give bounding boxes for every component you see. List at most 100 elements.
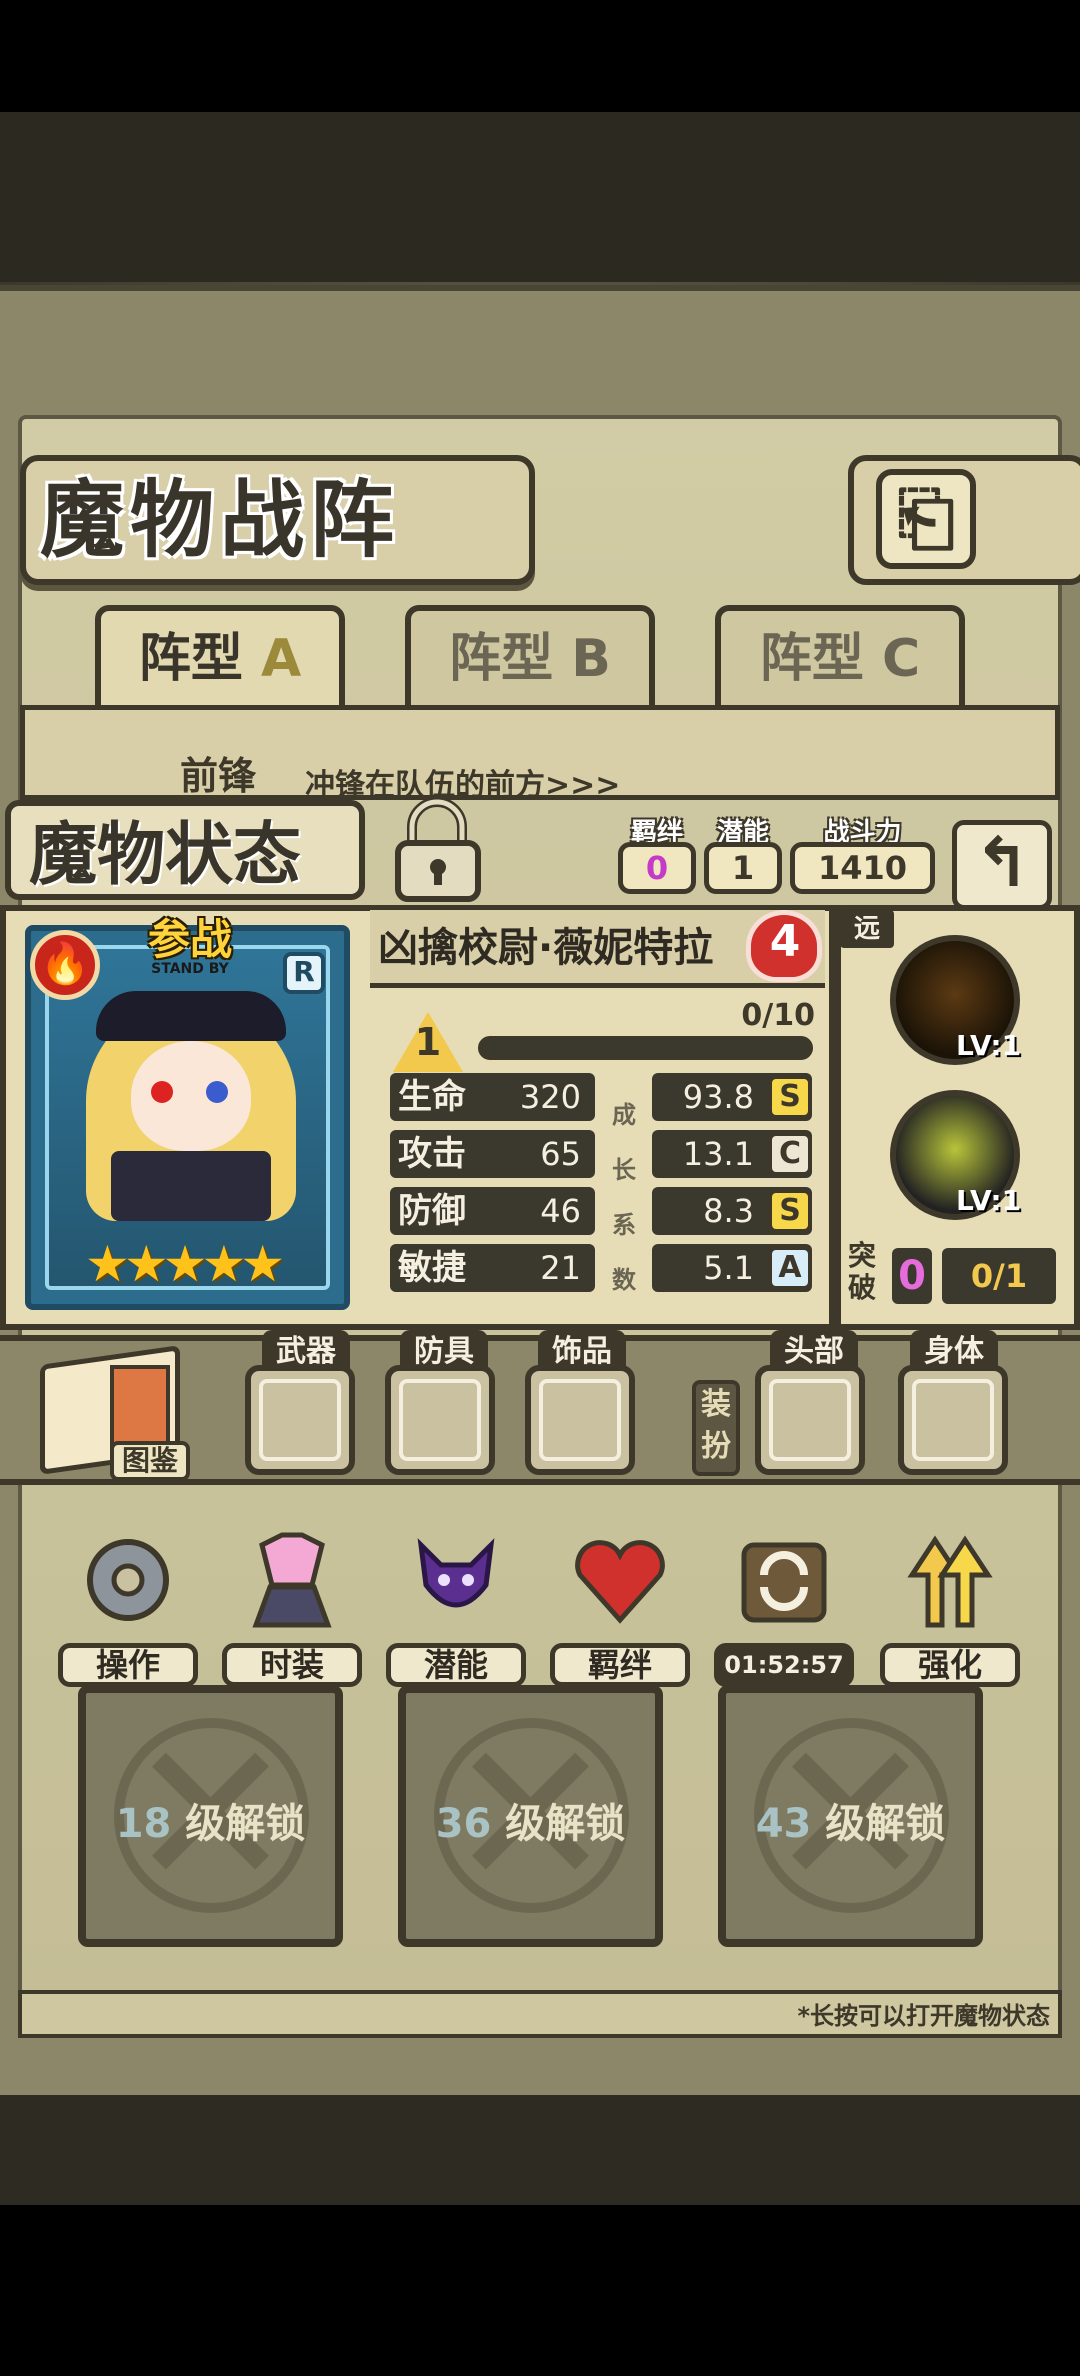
unlock-label: 级解锁 xyxy=(825,1801,946,1847)
bond-button[interactable]: 羁绊 xyxy=(550,1525,690,1687)
character-name: 凶擒校尉·薇妮特拉 xyxy=(378,925,714,971)
breakthrough-count: 0 xyxy=(892,1248,932,1304)
stat-label: 敏捷 xyxy=(398,1248,466,1288)
codex-label: 图鉴 xyxy=(110,1441,190,1481)
power-value: 1410 xyxy=(790,842,935,894)
skill-level: LV:1 xyxy=(956,1029,1022,1062)
menu-label: 强化 xyxy=(880,1643,1020,1687)
operate-button[interactable]: 操作 xyxy=(58,1525,198,1687)
refresh-button[interactable]: 01:52:57 xyxy=(714,1525,854,1687)
outfit-button[interactable]: 时装 xyxy=(222,1525,362,1687)
stat-label: 攻击 xyxy=(398,1134,466,1174)
breakthrough-panel: 突破 0 0/1 xyxy=(848,1240,1068,1312)
slot-inner xyxy=(912,1379,994,1461)
tab-label: 阵型 xyxy=(449,629,554,689)
stat-row-attack: 攻击 65 xyxy=(390,1130,595,1178)
growth-label-char: 长 xyxy=(612,1156,636,1184)
potential-counter: 潜能 1 xyxy=(704,812,782,894)
footer-hint: *长按可以打开魔物状态 xyxy=(797,2002,1050,2030)
tab-formation-a[interactable]: 阵型 A xyxy=(95,605,345,715)
tab-formation-b[interactable]: 阵型 B xyxy=(405,605,655,715)
tab-formation-c[interactable]: 阵型 C xyxy=(715,605,965,715)
unlock-text: 36 级解锁 xyxy=(406,1791,655,1849)
stat-value: 65 xyxy=(540,1135,581,1173)
locked-slot[interactable]: ✕ 36 级解锁 xyxy=(398,1685,663,1947)
outfit-icon xyxy=(252,1532,332,1628)
exp-text: 0/10 xyxy=(741,998,815,1033)
menu-label: 潜能 xyxy=(386,1643,526,1687)
power-counter: 战斗力 1410 xyxy=(790,812,935,894)
star-level-badge: 4 xyxy=(742,906,828,986)
potential-button[interactable]: 潜能 xyxy=(386,1525,526,1687)
locked-slot[interactable]: ✕ 43 级解锁 xyxy=(718,1685,983,1947)
stat-row-hp: 生命 320 xyxy=(390,1073,595,1121)
stat-row-agility: 敏捷 21 xyxy=(390,1244,595,1292)
hearts-icon xyxy=(575,1540,665,1624)
slot-inner xyxy=(769,1379,851,1461)
breakthrough-progress: 0/1 xyxy=(942,1248,1056,1304)
unlock-text: 43 级解锁 xyxy=(726,1791,975,1849)
slot-inner xyxy=(399,1379,481,1461)
accessory-slot[interactable] xyxy=(525,1365,635,1475)
unlock-text: 18 级解锁 xyxy=(86,1791,335,1849)
grade-badge: S xyxy=(768,1075,812,1119)
growth-label-char: 数 xyxy=(612,1266,636,1294)
spark-skill-icon[interactable]: LV:1 xyxy=(890,935,1022,1065)
body-slot[interactable] xyxy=(898,1365,1008,1475)
grade-badge: A xyxy=(768,1246,812,1290)
stat-label: 防御 xyxy=(398,1191,466,1231)
character-eye-right xyxy=(206,1081,228,1103)
triple-shot-skill-icon[interactable]: LV:1 xyxy=(890,1090,1021,1220)
star-level-value: 4 xyxy=(769,916,801,967)
character-face xyxy=(131,1041,251,1151)
menu-label: 操作 xyxy=(58,1643,198,1687)
slot-inner xyxy=(539,1379,621,1461)
upgrade-arrows-icon xyxy=(907,1535,993,1628)
bond-value: 0 xyxy=(618,842,696,894)
demon-icon xyxy=(417,1538,495,1608)
head-slot[interactable] xyxy=(755,1365,865,1475)
status-title: 魔物状态 xyxy=(5,800,365,900)
tab-suffix: C xyxy=(881,629,921,689)
menu-label: 时装 xyxy=(222,1643,362,1687)
range-tag: 远 xyxy=(840,910,894,948)
stat-value: 46 xyxy=(540,1192,581,1230)
growth-value: 13.1 xyxy=(682,1135,754,1173)
growth-value: 5.1 xyxy=(703,1249,754,1287)
tab-label: 阵型 xyxy=(138,629,243,689)
character-hat xyxy=(96,991,286,1041)
lock-icon[interactable] xyxy=(390,795,485,905)
unlock-level: 18 xyxy=(115,1801,172,1847)
upgrade-button[interactable]: 强化 xyxy=(880,1525,1020,1687)
weapon-slot[interactable] xyxy=(245,1365,355,1475)
grade-badge: S xyxy=(768,1189,812,1233)
rarity-stars: ★★★★★ xyxy=(85,1235,285,1293)
breakthrough-label: 突破 xyxy=(848,1239,877,1304)
stat-value: 21 xyxy=(540,1249,581,1287)
growth-value: 8.3 xyxy=(703,1192,754,1230)
scene-dark-top xyxy=(0,112,1080,282)
tab-suffix: A xyxy=(260,629,302,689)
slot-inner xyxy=(259,1379,341,1461)
standby-label-en: STAND BY xyxy=(151,961,229,977)
stat-row-defense: 防御 46 xyxy=(390,1187,595,1235)
bond-counter: 羁绊 0 xyxy=(618,812,696,894)
stat-label: 生命 xyxy=(398,1077,466,1117)
row-label: 前锋 xyxy=(180,754,257,798)
growth-label-char: 成 xyxy=(612,1101,636,1129)
potential-value: 1 xyxy=(704,842,782,894)
close-status-button[interactable]: ↰ xyxy=(952,820,1052,910)
codex-button[interactable]: 图鉴 xyxy=(40,1345,190,1481)
standby-label: 参战 xyxy=(147,915,232,964)
locked-slot[interactable]: ✕ 18 级解锁 xyxy=(78,1685,343,1947)
exit-button[interactable]: ⎗ xyxy=(848,455,1080,585)
armor-slot[interactable] xyxy=(385,1365,495,1475)
tab-label: 阵型 xyxy=(759,629,864,689)
grade-badge: C xyxy=(768,1132,812,1176)
tab-suffix: B xyxy=(571,629,611,689)
character-eye-left xyxy=(151,1081,173,1103)
unlock-level: 36 xyxy=(435,1801,492,1847)
dress-label: 装扮 xyxy=(692,1380,740,1476)
exit-arrow-icon: ⎗ xyxy=(876,469,976,569)
unlock-level: 43 xyxy=(755,1801,812,1847)
